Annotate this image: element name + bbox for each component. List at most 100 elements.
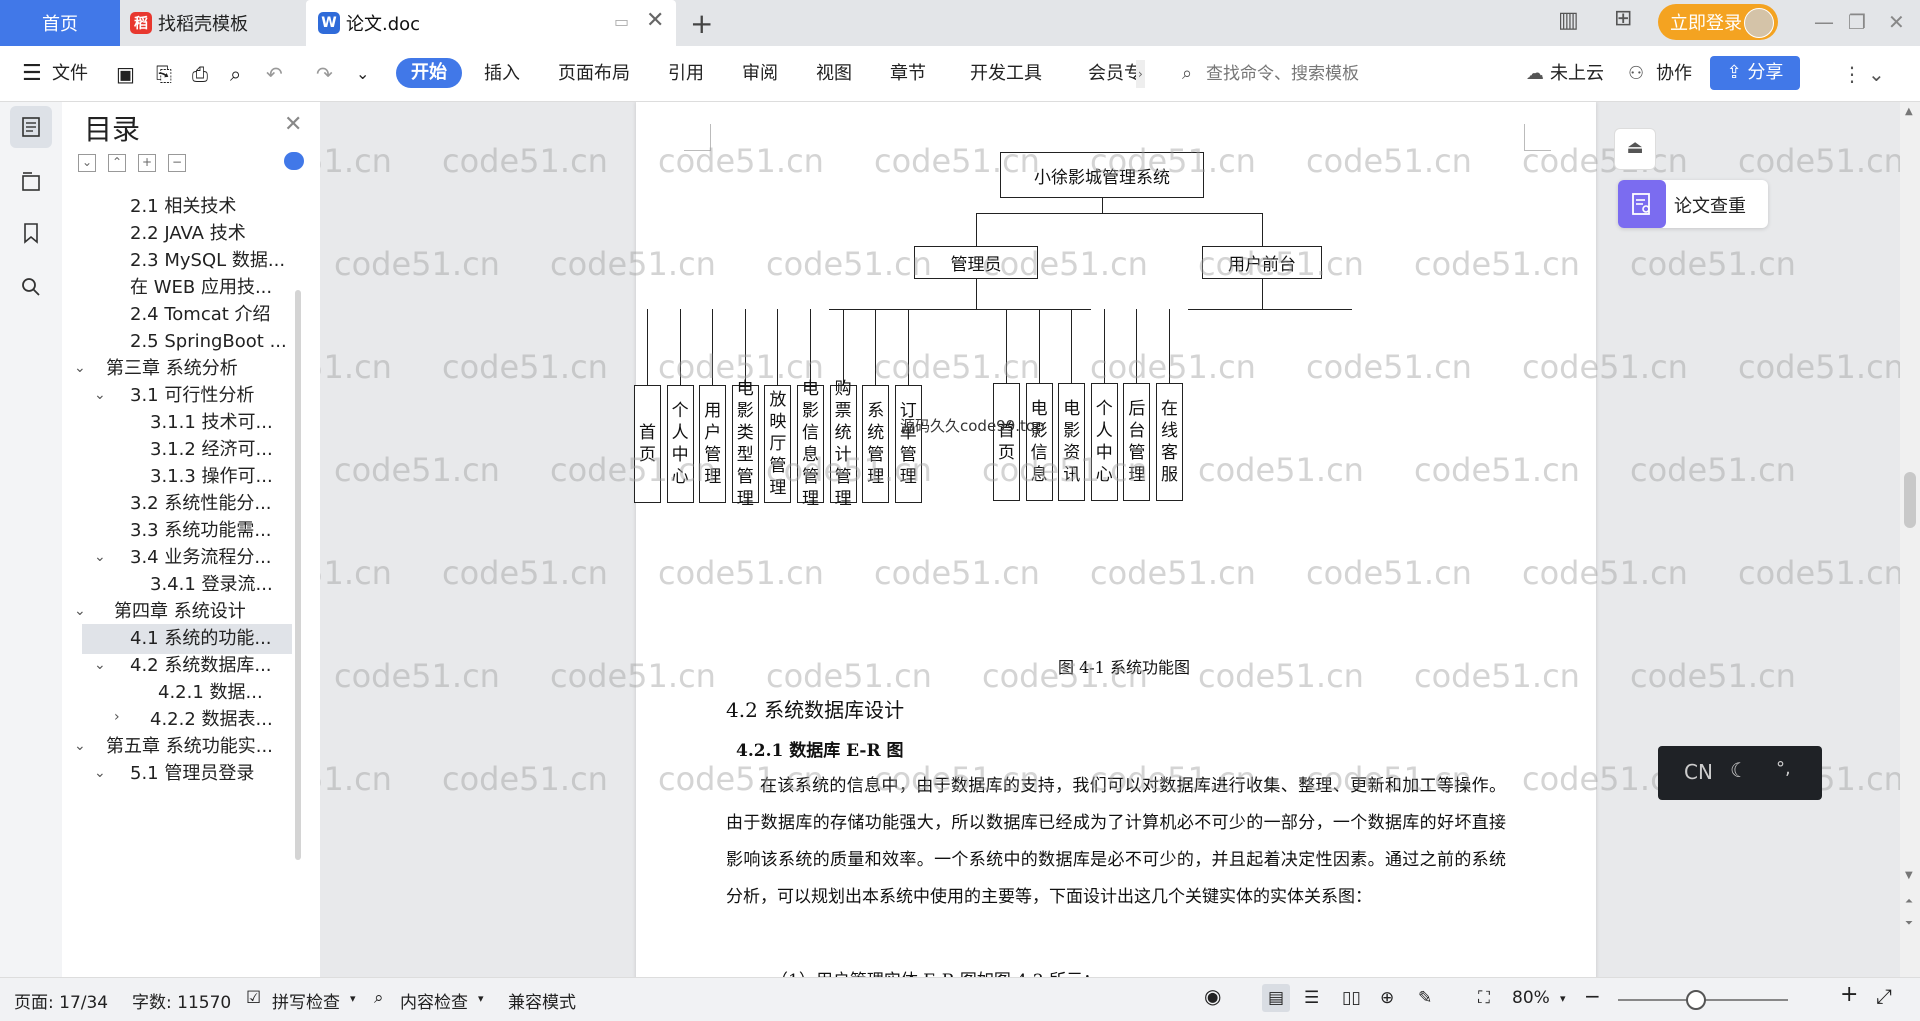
- command-search-input[interactable]: 查找命令、搜索模板: [1206, 60, 1359, 88]
- apps-grid-icon[interactable]: ⊞: [1614, 6, 1632, 31]
- vertical-scrollbar[interactable]: ▲ ▼ ⏶ ⏷: [1900, 102, 1920, 977]
- chevron-down-icon[interactable]: ⌄: [94, 657, 106, 673]
- moon-icon[interactable]: ☾: [1730, 758, 1748, 782]
- content-check-button[interactable]: 内容检查: [400, 988, 468, 1013]
- more-menu-icon[interactable]: ⋮: [1842, 60, 1862, 88]
- ime-toolbar[interactable]: CN ☾ °,: [1658, 746, 1822, 800]
- toc-item[interactable]: 3.1.3 操作可...: [150, 462, 273, 492]
- toc-item[interactable]: 2.5 SpringBoot ...: [130, 327, 287, 357]
- ai-assistant-icon[interactable]: [284, 152, 304, 170]
- eye-protection-icon[interactable]: ◉: [1204, 984, 1221, 1008]
- more-quick-icon[interactable]: ⌄: [356, 60, 369, 88]
- close-tab-icon[interactable]: ✕: [646, 8, 664, 33]
- toc-item[interactable]: 3.1 可行性分析: [130, 381, 254, 411]
- toc-item[interactable]: 第四章 系统设计: [114, 597, 246, 627]
- tab-references[interactable]: 引用: [668, 60, 704, 88]
- tab-document[interactable]: W 论文.doc ▭ ✕: [306, 0, 676, 46]
- scroll-thumb[interactable]: [1904, 472, 1916, 528]
- toc-item[interactable]: 2.1 相关技术: [130, 192, 236, 222]
- close-window-icon[interactable]: ✕: [1888, 10, 1905, 34]
- undo-icon[interactable]: ↶: [266, 60, 283, 88]
- toc-item[interactable]: 3.1.1 技术可...: [150, 408, 273, 438]
- toc-item[interactable]: 4.2 系统数据库...: [130, 651, 272, 681]
- outline-view-icon[interactable]: ☰: [1304, 988, 1319, 1008]
- toc-panel-button[interactable]: [10, 106, 52, 148]
- toc-item[interactable]: 4.2.2 数据表...: [150, 705, 273, 735]
- expand-all-icon[interactable]: +: [138, 154, 156, 172]
- punctuation-icon[interactable]: °,: [1776, 758, 1791, 779]
- toc-item[interactable]: 3.3 系统功能需...: [130, 516, 272, 546]
- chevron-down-icon[interactable]: ⌄: [94, 549, 106, 565]
- page-view-icon[interactable]: ▤: [1262, 984, 1290, 1012]
- tab-insert[interactable]: 插入: [484, 60, 520, 88]
- tab-review[interactable]: 审阅: [742, 60, 778, 88]
- web-view-icon[interactable]: ⊕: [1380, 988, 1394, 1008]
- collab-button[interactable]: 协作: [1656, 60, 1692, 88]
- chevron-down-icon[interactable]: ⌄: [74, 603, 86, 619]
- paper-check-button[interactable]: 论文查重: [1618, 180, 1768, 228]
- layout-icon[interactable]: ▥: [1558, 8, 1579, 33]
- toc-item[interactable]: 2.3 MySQL 数据...: [130, 246, 285, 276]
- login-button[interactable]: 立即登录: [1658, 4, 1778, 40]
- bookmark-button[interactable]: [10, 212, 52, 254]
- prev-page-icon[interactable]: ⏶: [1905, 896, 1913, 907]
- page-indicator[interactable]: 页面: 17/34: [14, 988, 108, 1013]
- zoom-out-icon[interactable]: −: [1584, 984, 1601, 1008]
- ime-language[interactable]: CN: [1684, 760, 1713, 784]
- zoom-in-icon[interactable]: +: [1840, 982, 1858, 1007]
- toc-item[interactable]: 在 WEB 应用技...: [130, 273, 272, 303]
- spell-check-button[interactable]: 拼写检查: [272, 988, 340, 1013]
- toc-item-selected[interactable]: 4.1 系统的功能...: [82, 624, 292, 654]
- chevron-down-icon[interactable]: ⌄: [74, 738, 86, 754]
- chevron-right-icon[interactable]: ›: [114, 709, 120, 725]
- scroll-down-icon[interactable]: ▼: [1905, 870, 1913, 881]
- chevron-down-icon[interactable]: ⌄: [74, 360, 86, 376]
- toc-scrollbar[interactable]: [295, 290, 301, 860]
- tab-start[interactable]: 开始: [396, 58, 462, 88]
- expand-down-icon[interactable]: ⌄: [78, 154, 96, 172]
- minimize-icon[interactable]: —: [1814, 10, 1834, 34]
- fit-page-icon[interactable]: ⛶: [1478, 988, 1490, 1008]
- share-button[interactable]: ⇪ 分享: [1710, 56, 1800, 90]
- collapse-ribbon-icon[interactable]: ⌄: [1868, 60, 1885, 88]
- redo-icon[interactable]: ↷: [316, 60, 333, 88]
- tab-template[interactable]: 稻 找稻壳模板: [120, 0, 300, 46]
- toc-item[interactable]: 2.4 Tomcat 介绍: [130, 300, 271, 330]
- toc-item[interactable]: 4.2.1 数据...: [158, 678, 263, 708]
- tab-developer[interactable]: 开发工具: [970, 60, 1042, 88]
- dropdown-icon[interactable]: ▾: [350, 992, 356, 1005]
- write-mode-icon[interactable]: ✎: [1418, 988, 1432, 1008]
- screen-icon[interactable]: ▭: [614, 12, 629, 31]
- fullscreen-icon[interactable]: ⤢: [1876, 984, 1892, 1008]
- chevron-down-icon[interactable]: ⌄: [94, 765, 106, 781]
- tab-home[interactable]: 首页: [0, 0, 120, 46]
- restore-icon[interactable]: ❐: [1848, 10, 1866, 34]
- next-page-icon[interactable]: ⏷: [1905, 918, 1913, 929]
- dropdown-icon[interactable]: ▾: [1560, 992, 1566, 1005]
- collapse-all-icon[interactable]: −: [168, 154, 186, 172]
- file-menu[interactable]: 文件: [52, 60, 88, 88]
- export-pdf-icon[interactable]: ⎘: [156, 60, 172, 88]
- toc-item[interactable]: 3.2 系统性能分...: [130, 489, 272, 519]
- tab-chapter[interactable]: 章节: [890, 60, 926, 88]
- menu-icon[interactable]: ☰: [22, 60, 42, 88]
- chapter-nav-button[interactable]: [10, 160, 52, 202]
- document-page[interactable]: 小徐影城管理系统 管理员 用户前台 首页个人中心用户管理电影类型管理放映厅管理电…: [634, 102, 1596, 977]
- toc-item[interactable]: 3.4.1 登录流...: [150, 570, 273, 600]
- find-button[interactable]: [10, 266, 52, 308]
- zoom-slider-knob[interactable]: [1686, 990, 1706, 1010]
- dropdown-icon[interactable]: ▾: [478, 992, 484, 1005]
- scroll-right-icon[interactable]: ›: [1136, 60, 1145, 88]
- toc-item[interactable]: 5.1 管理员登录: [130, 759, 254, 789]
- print-icon[interactable]: ⎙: [192, 60, 208, 88]
- print-preview-icon[interactable]: ⌕: [230, 60, 241, 88]
- cloud-status[interactable]: 未上云: [1550, 60, 1604, 88]
- close-icon[interactable]: ✕: [284, 112, 302, 137]
- collapse-panel-button[interactable]: ⏏: [1614, 128, 1656, 170]
- toc-item[interactable]: 3.1.2 经济可...: [150, 435, 273, 465]
- save-icon[interactable]: ▣: [116, 60, 135, 88]
- scroll-up-icon[interactable]: ▲: [1905, 106, 1913, 117]
- tab-page-layout[interactable]: 页面布局: [558, 60, 630, 88]
- zoom-level[interactable]: 80%: [1512, 988, 1550, 1008]
- toc-item[interactable]: 第三章 系统分析: [106, 354, 238, 384]
